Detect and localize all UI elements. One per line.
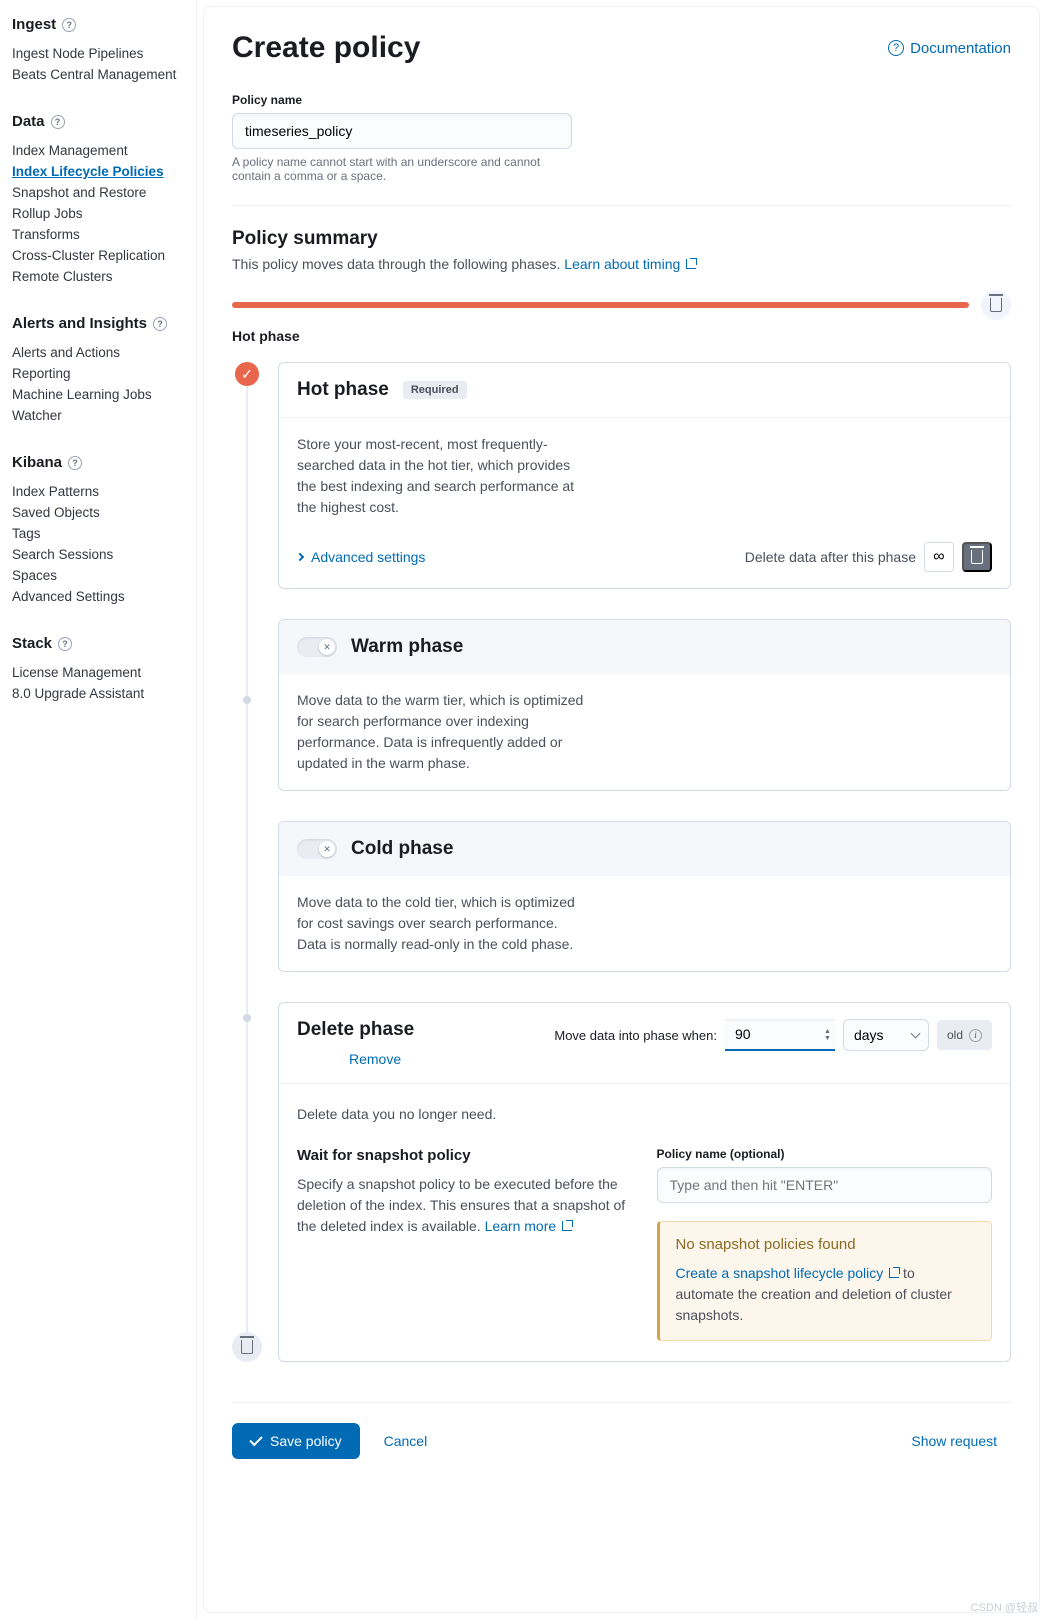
sidebar-item[interactable]: Index Patterns <box>12 481 196 502</box>
callout-text: Create a snapshot lifecycle policy to au… <box>676 1263 976 1326</box>
hot-phase-card: Hot phase Required Store your most-recen… <box>278 362 1011 589</box>
delete-phase-card: Delete phase Remove Move data into phase… <box>278 1002 1011 1362</box>
watermark: CSDN @轻叔 <box>971 1599 1038 1615</box>
cold-phase-desc: Move data to the cold tier, which is opt… <box>297 892 587 955</box>
sidebar: Ingest? Ingest Node PipelinesBeats Centra… <box>0 0 197 1619</box>
learn-more-link[interactable]: Learn more <box>485 1218 572 1234</box>
sidebar-item[interactable]: Rollup Jobs <box>12 203 196 224</box>
snapshot-callout: No snapshot policies found Create a snap… <box>657 1221 993 1341</box>
sidebar-item[interactable]: 8.0 Upgrade Assistant <box>12 683 196 704</box>
create-snapshot-policy-link[interactable]: Create a snapshot lifecycle policy <box>676 1265 900 1281</box>
sidebar-section-title: Data? <box>12 109 196 134</box>
sidebar-item[interactable]: Alerts and Actions <box>12 342 196 363</box>
sidebar-item[interactable]: Watcher <box>12 405 196 426</box>
policy-summary-sub: This policy moves data through the follo… <box>232 256 1011 272</box>
check-icon <box>249 1433 262 1446</box>
documentation-label: Documentation <box>910 40 1011 57</box>
help-icon[interactable]: ? <box>51 115 65 129</box>
hot-phase-label: Hot phase <box>232 328 1011 344</box>
help-icon[interactable]: ? <box>153 317 167 331</box>
sidebar-item[interactable]: Snapshot and Restore <box>12 182 196 203</box>
warm-phase-card: Warm phase Move data to the warm tier, w… <box>278 619 1011 791</box>
sidebar-item[interactable]: Reporting <box>12 363 196 384</box>
help-icon[interactable]: ? <box>62 18 76 32</box>
sidebar-item[interactable]: Ingest Node Pipelines <box>12 43 196 64</box>
sidebar-section-title: Ingest? <box>12 12 196 37</box>
timeline-bar <box>232 302 969 308</box>
policy-name-input[interactable] <box>232 113 572 149</box>
learn-timing-link[interactable]: Learn about timing <box>564 256 696 272</box>
warm-phase-dot <box>243 696 251 704</box>
old-badge: old i <box>937 1020 992 1050</box>
help-icon: ? <box>888 40 904 56</box>
external-link-icon <box>686 259 696 269</box>
warm-phase-toggle[interactable] <box>297 637 337 657</box>
info-icon[interactable]: i <box>969 1029 982 1042</box>
sidebar-item[interactable]: Index Management <box>12 140 196 161</box>
show-request-button[interactable]: Show request <box>897 1423 1011 1459</box>
timeline-column: ✓ <box>232 362 262 1362</box>
advanced-settings-link[interactable]: Advanced settings <box>297 549 425 565</box>
policy-name-help: A policy name cannot start with an under… <box>232 155 572 183</box>
infinity-button[interactable]: ∞ <box>924 542 954 572</box>
sidebar-item[interactable]: Transforms <box>12 224 196 245</box>
policy-summary-title: Policy summary <box>232 228 1011 250</box>
stepper-icon[interactable]: ▲▼ <box>824 1028 831 1042</box>
main-content: Create policy ? Documentation Policy nam… <box>203 6 1040 1613</box>
sidebar-item[interactable]: Search Sessions <box>12 544 196 565</box>
cold-phase-title: Cold phase <box>351 838 453 860</box>
move-data-value-input[interactable] <box>725 1019 835 1051</box>
sidebar-item[interactable]: Saved Objects <box>12 502 196 523</box>
hot-phase-title: Hot phase <box>297 379 389 401</box>
wait-snapshot-desc: Specify a snapshot policy to be executed… <box>297 1174 633 1237</box>
cold-phase-dot <box>243 1014 251 1022</box>
chevron-right-icon <box>296 553 304 561</box>
sidebar-item[interactable]: Beats Central Management <box>12 64 196 85</box>
sidebar-item[interactable]: Spaces <box>12 565 196 586</box>
remove-link[interactable]: Remove <box>349 1051 414 1067</box>
sidebar-item[interactable]: Cross-Cluster Replication <box>12 245 196 266</box>
move-data-label: Move data into phase when: <box>554 1028 717 1043</box>
hot-phase-dot: ✓ <box>235 362 259 386</box>
delete-phase-title: Delete phase <box>297 1019 414 1041</box>
sidebar-item[interactable]: Advanced Settings <box>12 586 196 607</box>
trash-icon <box>990 298 1002 312</box>
sidebar-section-title: Stack? <box>12 631 196 656</box>
warm-phase-title: Warm phase <box>351 636 463 658</box>
delete-phase-desc: Delete data you no longer need. <box>297 1104 992 1125</box>
trash-icon <box>241 1340 253 1354</box>
move-data-unit-select[interactable]: days <box>843 1019 929 1051</box>
hot-phase-desc: Store your most-recent, most frequently-… <box>297 434 587 518</box>
sidebar-item[interactable]: Remote Clusters <box>12 266 196 287</box>
timeline-delete-button[interactable] <box>981 290 1011 320</box>
sidebar-item[interactable]: License Management <box>12 662 196 683</box>
sidebar-item[interactable]: Index Lifecycle Policies <box>12 161 196 182</box>
external-link-icon <box>889 1268 899 1278</box>
cold-phase-toggle[interactable] <box>297 839 337 859</box>
required-badge: Required <box>403 381 467 399</box>
help-icon[interactable]: ? <box>58 637 72 651</box>
warm-phase-desc: Move data to the warm tier, which is opt… <box>297 690 587 774</box>
sidebar-item[interactable]: Tags <box>12 523 196 544</box>
trash-icon <box>971 550 983 564</box>
sidebar-section-title: Alerts and Insights? <box>12 311 196 336</box>
cancel-button[interactable]: Cancel <box>370 1423 442 1459</box>
delete-after-trash-button[interactable] <box>962 542 992 572</box>
cold-phase-card: Cold phase Move data to the cold tier, w… <box>278 821 1011 972</box>
callout-title: No snapshot policies found <box>676 1236 976 1253</box>
delete-phase-dot <box>232 1332 262 1362</box>
page-footer: Save policy Cancel Show request <box>232 1402 1011 1459</box>
page-title: Create policy <box>232 31 420 65</box>
save-policy-button[interactable]: Save policy <box>232 1423 360 1459</box>
sidebar-section-title: Kibana? <box>12 450 196 475</box>
wait-snapshot-title: Wait for snapshot policy <box>297 1147 633 1164</box>
snapshot-policy-label: Policy name (optional) <box>657 1147 993 1161</box>
policy-name-label: Policy name <box>232 93 1011 107</box>
snapshot-policy-input[interactable] <box>657 1167 993 1203</box>
external-link-icon <box>562 1221 572 1231</box>
delete-after-row: Delete data after this phase ∞ <box>745 542 992 572</box>
documentation-link[interactable]: ? Documentation <box>888 40 1011 57</box>
sidebar-item[interactable]: Machine Learning Jobs <box>12 384 196 405</box>
help-icon[interactable]: ? <box>68 456 82 470</box>
